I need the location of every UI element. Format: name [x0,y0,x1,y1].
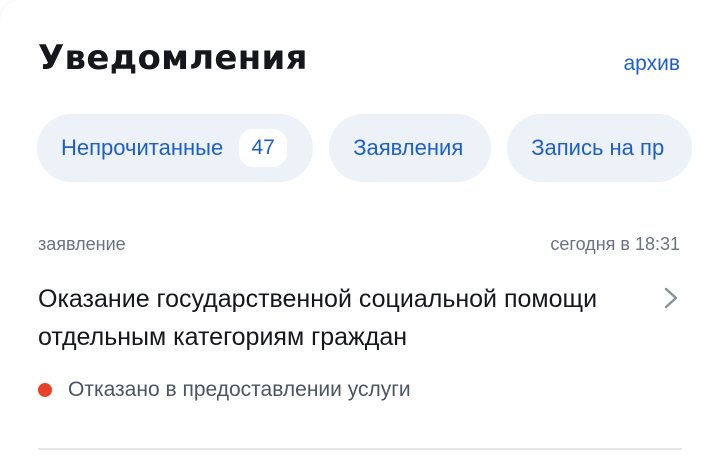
filter-chip-appointment[interactable]: Запись на пр [507,114,693,182]
notification-status: Отказано в предоставлении услуги [38,378,411,402]
filter-chip-unread[interactable]: Непрочитанные 47 [37,114,314,182]
filter-chip-applications[interactable]: Заявления [329,114,492,182]
divider [38,448,682,450]
archive-link[interactable]: архив [623,52,680,76]
filter-chip-label: Запись на пр [531,135,665,160]
status-dot-icon [38,383,52,397]
page-title: Уведомления [38,38,308,78]
notification-item[interactable]: заявление сегодня в 18:31 Оказание госуд… [38,230,682,450]
status-text: Отказано в предоставлении услуги [68,378,411,401]
notification-type: заявление [38,234,126,254]
unread-count-badge: 47 [239,129,288,167]
notification-title: Оказание государственной социальной помо… [38,285,598,351]
filter-chips: Непрочитанные 47 Заявления Запись на пр [37,114,720,182]
notifications-panel: Уведомления архив Непрочитанные 47 Заявл… [0,0,720,458]
filter-chip-label: Непрочитанные [61,135,224,160]
chevron-right-icon [664,287,678,309]
filter-chip-label: Заявления [353,135,464,160]
notification-timestamp: сегодня в 18:31 [550,234,680,254]
